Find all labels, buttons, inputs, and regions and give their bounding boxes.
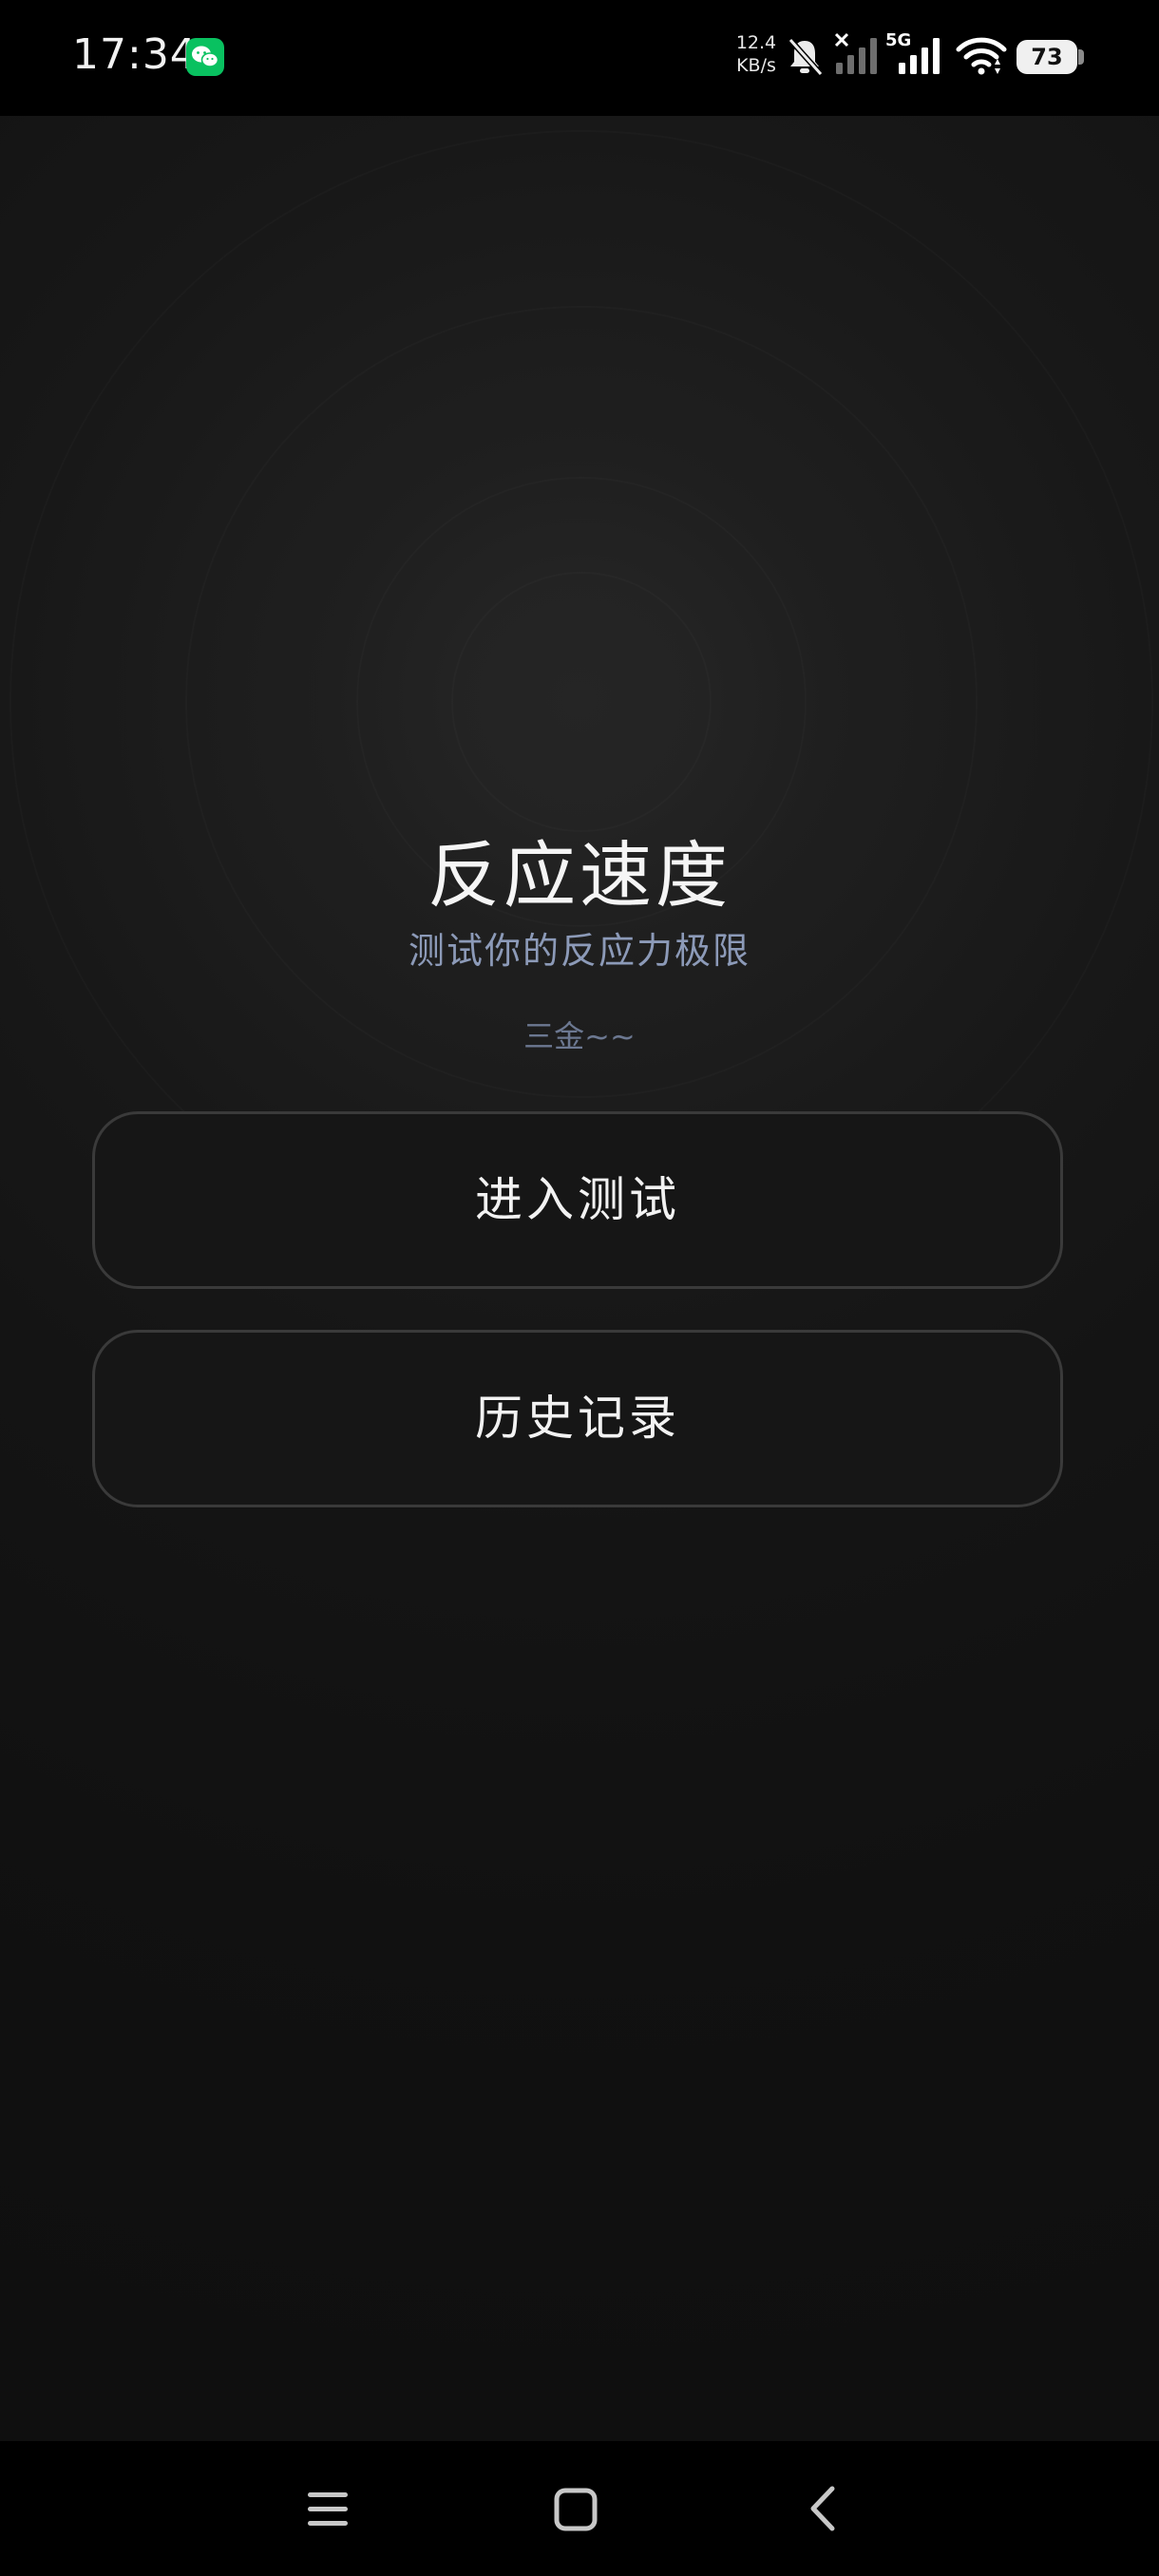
page-title: 反应速度	[428, 833, 732, 918]
app-screen: 17:34 12.4 KB/s 5G 73 反应速度 测试你的反应力极限 三金~…	[0, 0, 1159, 2576]
author-label: 三金~~	[523, 1018, 636, 1054]
network-speed: 12.4 KB/s	[732, 31, 781, 77]
history-button[interactable]: 历史记录	[92, 1330, 1063, 1507]
signal-no-service-icon	[834, 32, 877, 74]
bell-muted-icon	[788, 38, 824, 76]
status-time: 17:34	[72, 30, 198, 79]
page-subtitle: 测试你的反应力极限	[408, 930, 750, 972]
signal-icon	[899, 38, 940, 74]
home-icon[interactable]	[553, 2487, 598, 2532]
battery-cap	[1078, 49, 1084, 65]
back-icon[interactable]	[806, 2485, 840, 2532]
wechat-icon	[186, 38, 224, 76]
menu-icon[interactable]	[306, 2489, 350, 2530]
network-speed-value: 12.4	[735, 32, 777, 53]
battery-icon: 73	[1016, 40, 1077, 74]
navigation-bar	[0, 2441, 1159, 2576]
status-bar: 17:34 12.4 KB/s 5G 73	[0, 0, 1159, 116]
wifi-icon	[956, 37, 1007, 75]
battery-level: 73	[1031, 44, 1063, 70]
network-speed-unit: KB/s	[736, 55, 776, 76]
start-test-button[interactable]: 进入测试	[92, 1111, 1063, 1289]
background-ring	[10, 130, 1153, 1274]
